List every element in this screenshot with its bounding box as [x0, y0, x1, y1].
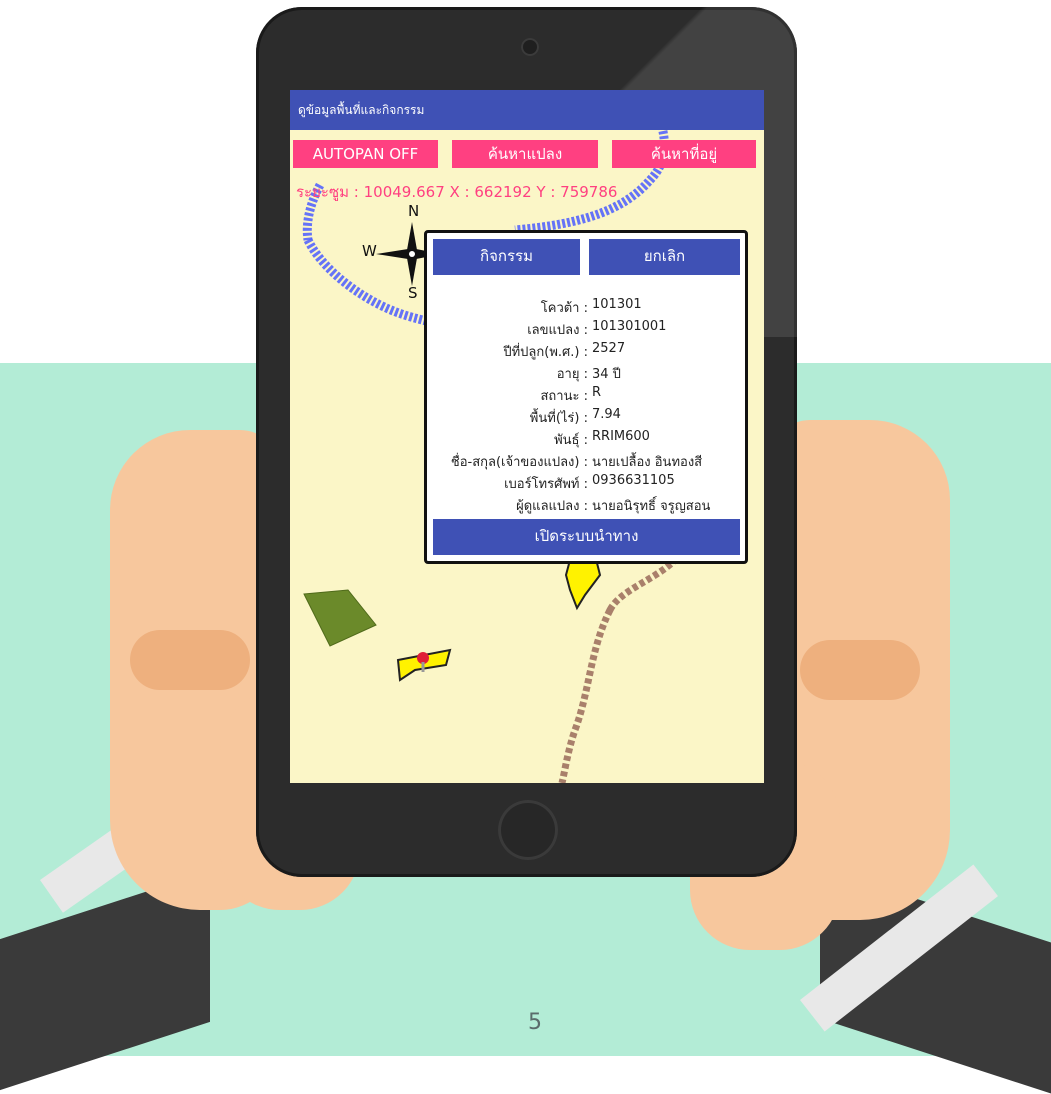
info-row-phone: เบอร์โทรศัพท์ : 0936631105: [427, 473, 745, 494]
info-row-caretaker: ผู้ดูแลแปลง : นายอนิรุทธิ์ จรูญสอน: [427, 495, 745, 516]
info-row-status: สถานะ : R: [427, 385, 745, 406]
search-plot-button[interactable]: ค้นหาแปลง: [452, 140, 598, 168]
compass-south-label: S: [408, 284, 418, 302]
compass-north-label: N: [408, 202, 420, 220]
search-address-button[interactable]: ค้นหาที่อยู่: [612, 140, 756, 168]
info-label: ปีที่ปลูก(พ.ศ.) :: [503, 345, 588, 360]
info-label: ชื่อ-สกุล(เจ้าของแปลง) :: [450, 455, 588, 470]
info-row-plot-number: เลขแปลง : 101301001: [427, 319, 745, 340]
page-number: 5: [528, 1010, 542, 1035]
navigate-button[interactable]: เปิดระบบนำทาง: [433, 519, 740, 555]
info-label: เบอร์โทรศัพท์ :: [504, 477, 588, 492]
info-value: RRIM600: [592, 429, 650, 444]
info-value: นายอนิรุทธิ์ จรูญสอน: [592, 499, 711, 514]
info-row-plant-year: ปีที่ปลูก(พ.ศ.) : 2527: [427, 341, 745, 362]
info-label: พื้นที่(ไร่) :: [529, 411, 588, 426]
home-button[interactable]: [498, 800, 558, 860]
info-label: อายุ :: [556, 367, 588, 382]
info-label: ผู้ดูแลแปลง :: [516, 499, 588, 514]
app-screen: ดูข้อมูลพื้นที่และกิจกรรม AUTOPAN OFF ค้…: [290, 90, 764, 783]
app-title: ดูข้อมูลพื้นที่และกิจกรรม: [290, 90, 764, 130]
info-value: นายเปลื้อง อินทองสี: [592, 455, 703, 470]
cancel-button[interactable]: ยกเลิก: [589, 239, 740, 275]
autopan-button[interactable]: AUTOPAN OFF: [293, 140, 438, 168]
info-value: 2527: [592, 341, 626, 356]
activity-button[interactable]: กิจกรรม: [433, 239, 580, 275]
info-value: 34 ปี: [592, 367, 621, 382]
zoom-coordinates-readout: ระยะซูม : 10049.667 X : 662192 Y : 75978…: [296, 183, 618, 201]
info-value: 101301001: [592, 319, 667, 334]
info-value: R: [592, 385, 602, 400]
info-label: เลขแปลง :: [527, 323, 588, 338]
info-row-variety: พันธุ์ : RRIM600: [427, 429, 745, 450]
compass-west-label: W: [362, 242, 377, 260]
info-value: 101301: [592, 297, 642, 312]
info-row-quota: โควต้า : 101301: [427, 297, 745, 318]
info-row-age: อายุ : 34 ปี: [427, 363, 745, 384]
plot-info-dialog: กิจกรรม ยกเลิก โควต้า : 101301 เลขแปลง :…: [424, 230, 748, 564]
camera-icon: [521, 38, 539, 56]
info-value: 7.94: [592, 407, 621, 422]
info-label: โควต้า :: [540, 301, 588, 316]
info-row-owner: ชื่อ-สกุล(เจ้าของแปลง) : นายเปลื้อง อินท…: [427, 451, 745, 472]
info-label: พันธุ์ :: [554, 433, 588, 448]
map-plot-green: [303, 589, 377, 647]
info-row-area: พื้นที่(ไร่) : 7.94: [427, 407, 745, 428]
info-label: สถานะ :: [540, 389, 589, 404]
info-value: 0936631105: [592, 473, 675, 488]
